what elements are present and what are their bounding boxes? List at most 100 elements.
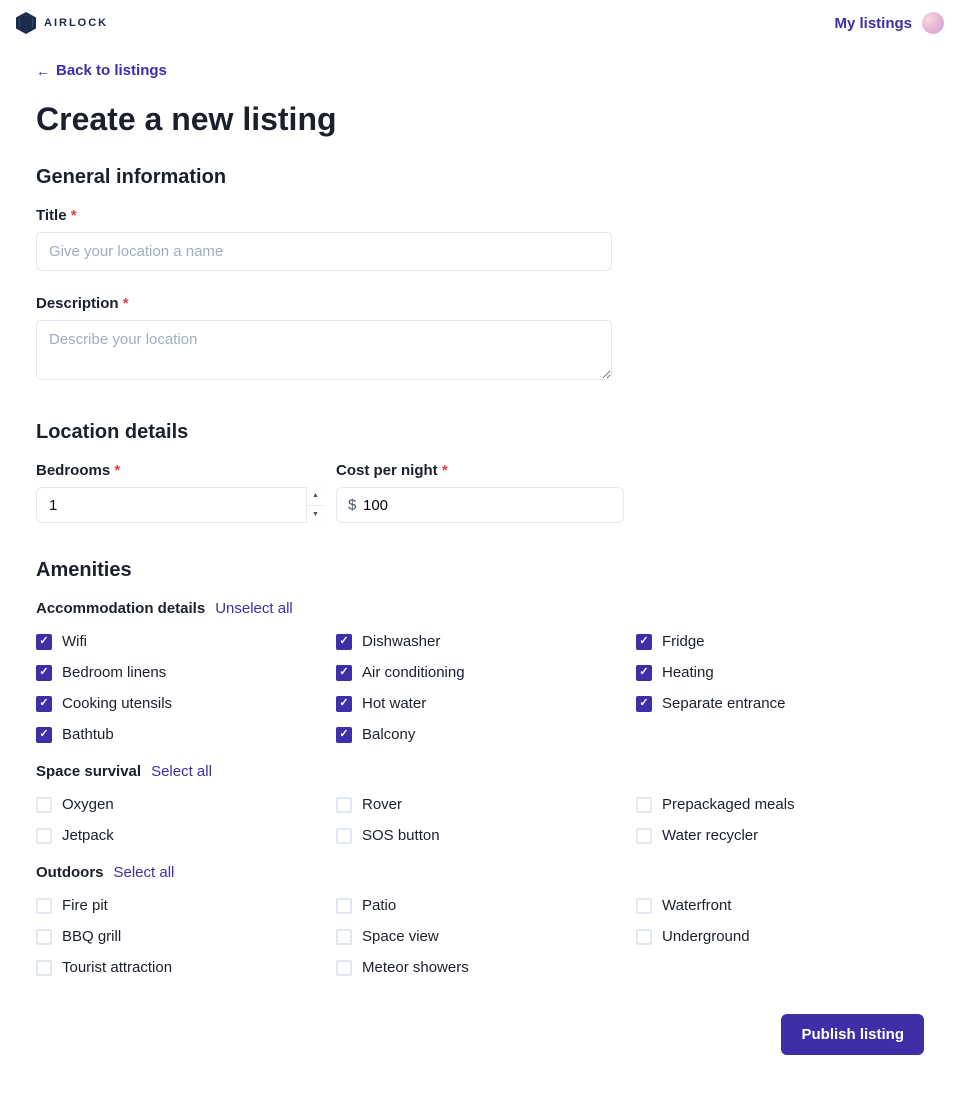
check-icon: ✓ <box>639 667 648 678</box>
checkbox[interactable]: ✓ <box>336 898 352 914</box>
checkbox[interactable]: ✓ <box>336 960 352 976</box>
amenity-checkbox-item[interactable]: ✓ Bathtub <box>36 726 336 743</box>
checkbox[interactable]: ✓ <box>636 634 652 650</box>
amenity-label: Wifi <box>62 633 87 650</box>
amenity-checkbox-item[interactable]: ✓ Fire pit <box>36 897 336 914</box>
amenity-label: Air conditioning <box>362 664 465 681</box>
amenity-label: Balcony <box>362 726 415 743</box>
amenity-checkbox-item[interactable]: ✓ Balcony <box>336 726 636 743</box>
checkbox[interactable]: ✓ <box>36 797 52 813</box>
amenity-checkbox-item[interactable]: ✓ Air conditioning <box>336 664 636 681</box>
stepper-up-icon[interactable]: ▲ <box>307 487 324 506</box>
checkbox[interactable]: ✓ <box>336 696 352 712</box>
amenity-group-title: Outdoors <box>36 864 104 881</box>
checkbox[interactable]: ✓ <box>336 727 352 743</box>
checkbox[interactable]: ✓ <box>36 898 52 914</box>
checkbox[interactable]: ✓ <box>336 634 352 650</box>
amenity-checkbox-item[interactable]: ✓ Oxygen <box>36 796 336 813</box>
check-icon: ✓ <box>39 698 48 709</box>
checkbox[interactable]: ✓ <box>336 797 352 813</box>
amenity-checkbox-item[interactable]: ✓Separate entrance <box>636 695 936 712</box>
avatar[interactable] <box>922 12 944 34</box>
cost-input[interactable] <box>336 487 624 523</box>
checkbox[interactable]: ✓ <box>36 960 52 976</box>
amenity-label: Jetpack <box>62 827 114 844</box>
amenity-checkbox-item[interactable]: ✓Cooking utensils <box>36 695 336 712</box>
amenity-grid: ✓Fire pit✓Patio✓Waterfront✓BBQ grill✓Spa… <box>36 897 924 976</box>
checkbox[interactable]: ✓ <box>36 727 52 743</box>
check-icon: ✓ <box>39 636 48 647</box>
checkbox[interactable]: ✓ <box>36 828 52 844</box>
my-listings-link[interactable]: My listings <box>834 15 912 32</box>
amenity-group-toggle[interactable]: Select all <box>151 763 212 780</box>
logo-icon <box>16 12 36 34</box>
amenity-label: Dishwasher <box>362 633 440 650</box>
amenity-checkbox-item[interactable]: ✓Prepackaged meals <box>636 796 936 813</box>
amenity-group: Accommodation details Unselect all ✓ Wifi ✓ D… <box>36 600 924 743</box>
amenity-checkbox-item[interactable]: ✓ Jetpack <box>36 827 336 844</box>
currency-prefix: $ <box>348 497 356 514</box>
amenity-checkbox-item[interactable]: ✓ BBQ grill <box>36 928 336 945</box>
description-label: Description * <box>36 295 924 312</box>
back-to-listings-link[interactable]: ← Back to listings <box>36 62 167 79</box>
checkbox[interactable]: ✓ <box>336 665 352 681</box>
checkbox[interactable]: ✓ <box>636 929 652 945</box>
amenity-label: Bathtub <box>62 726 114 743</box>
checkbox[interactable]: ✓ <box>36 696 52 712</box>
amenity-label: Bedroom linens <box>62 664 166 681</box>
amenity-label: Rover <box>362 796 402 813</box>
amenity-group-toggle[interactable]: Select all <box>114 864 175 881</box>
amenity-checkbox-item[interactable]: ✓Fridge <box>636 633 936 650</box>
amenity-checkbox-item[interactable]: ✓Patio <box>336 897 636 914</box>
amenity-group-header: Outdoors Select all <box>36 864 924 881</box>
check-icon: ✓ <box>39 667 48 678</box>
amenity-checkbox-item[interactable]: ✓ Rover <box>336 796 636 813</box>
amenity-label: Waterfront <box>662 897 731 914</box>
amenity-label: Oxygen <box>62 796 114 813</box>
amenity-checkbox-item[interactable]: ✓ Heating <box>636 664 936 681</box>
publish-listing-button[interactable]: Publish listing <box>781 1014 924 1055</box>
checkbox[interactable]: ✓ <box>36 634 52 650</box>
amenity-group: OutdoorsSelect all✓Fire pit✓Patio✓Waterf… <box>36 864 924 976</box>
stepper-down-icon[interactable]: ▼ <box>307 506 324 524</box>
checkbox[interactable]: ✓ <box>336 828 352 844</box>
amenity-label: Fire pit <box>62 897 108 914</box>
title-input[interactable] <box>36 232 612 271</box>
amenity-group-title: Accommodation details <box>36 600 205 617</box>
amenity-checkbox-item[interactable]: ✓ Bedroom linens <box>36 664 336 681</box>
amenity-checkbox-item[interactable]: ✓ Hot water <box>336 695 636 712</box>
amenity-label: SOS button <box>362 827 440 844</box>
description-input[interactable] <box>36 320 612 380</box>
check-icon: ✓ <box>339 667 348 678</box>
amenity-group-header: Accommodation details Unselect all <box>36 600 924 617</box>
checkbox[interactable]: ✓ <box>636 696 652 712</box>
amenity-group-toggle[interactable]: Unselect all <box>215 600 293 617</box>
amenity-checkbox-item[interactable]: ✓ Dishwasher <box>336 633 636 650</box>
checkbox[interactable]: ✓ <box>636 828 652 844</box>
amenity-label: Water recycler <box>662 827 758 844</box>
checkbox[interactable]: ✓ <box>336 929 352 945</box>
logo[interactable]: AIRLOCK <box>16 12 108 34</box>
checkbox[interactable]: ✓ <box>36 665 52 681</box>
amenity-group-title: Space survival <box>36 763 141 780</box>
amenity-checkbox-item[interactable]: ✓ Water recycler <box>636 827 936 844</box>
amenity-label: Hot water <box>362 695 426 712</box>
amenity-label: BBQ grill <box>62 928 121 945</box>
amenity-checkbox-item[interactable]: ✓ SOS button <box>336 827 636 844</box>
amenity-checkbox-item[interactable]: ✓Tourist attraction <box>36 959 336 976</box>
checkbox[interactable]: ✓ <box>636 665 652 681</box>
section-general-title: General information <box>36 166 924 189</box>
checkbox[interactable]: ✓ <box>36 929 52 945</box>
checkbox[interactable]: ✓ <box>636 898 652 914</box>
amenity-checkbox-item[interactable]: ✓ Meteor showers <box>336 959 636 976</box>
check-icon: ✓ <box>339 729 348 740</box>
amenity-label: Underground <box>662 928 750 945</box>
bedrooms-input[interactable] <box>36 487 324 523</box>
amenity-checkbox-item[interactable]: ✓Space view <box>336 928 636 945</box>
amenity-label: Heating <box>662 664 714 681</box>
amenity-label: Meteor showers <box>362 959 469 976</box>
amenity-checkbox-item[interactable]: ✓ Wifi <box>36 633 336 650</box>
checkbox[interactable]: ✓ <box>636 797 652 813</box>
amenity-checkbox-item[interactable]: ✓ Waterfront <box>636 897 936 914</box>
amenity-checkbox-item[interactable]: ✓ Underground <box>636 928 936 945</box>
